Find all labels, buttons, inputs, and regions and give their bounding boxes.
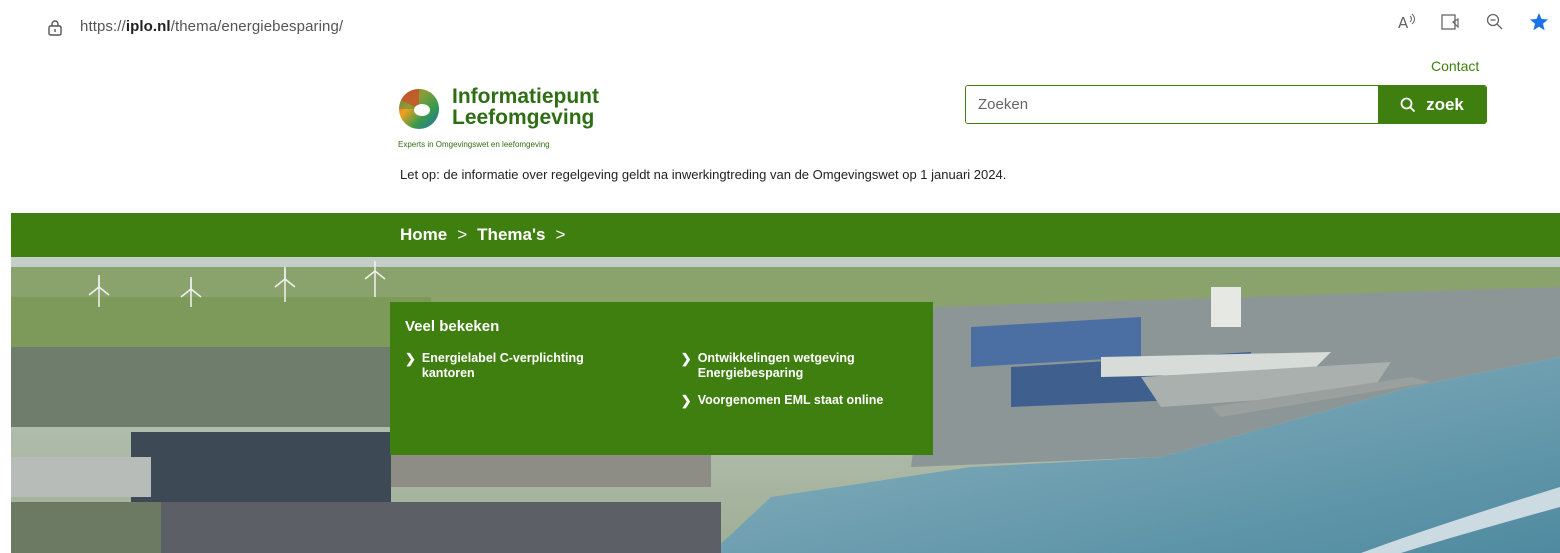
site-logo[interactable]: Informatiepunt Leefomgeving Experts in Om… (398, 86, 638, 156)
breadcrumb-separator: > (457, 225, 468, 244)
search-button-label: zoek (1426, 94, 1464, 114)
search-icon (1400, 97, 1416, 112)
immersive-reader-icon[interactable] (1440, 11, 1462, 33)
svg-text:A: A (1398, 14, 1409, 31)
url-text[interactable]: https://iplo.nl/thema/energiebesparing/ (80, 18, 343, 35)
breadcrumb-themas[interactable]: Thema's (477, 225, 545, 245)
breadcrumb-home[interactable]: Home (400, 225, 447, 245)
breadcrumb: Home > Thema's > (400, 225, 565, 245)
search-input[interactable] (966, 86, 1378, 123)
browser-toolbar: https://iplo.nl/thema/energiebesparing/ … (0, 0, 1560, 44)
chevron-right-icon: ❯ (405, 351, 416, 366)
address-bar[interactable]: https://iplo.nl/thema/energiebesparing/ (14, 6, 1414, 40)
breadcrumb-bar: Home > Thema's > (11, 213, 1560, 257)
popular-link[interactable]: ❯ Voorgenomen EML staat online (681, 393, 918, 408)
logo-mark-icon (399, 88, 439, 129)
popular-link[interactable]: ❯ Energielabel C-verplichting kantoren (405, 351, 681, 381)
chevron-right-icon: ❯ (680, 393, 692, 408)
logo-tagline: Experts in Omgevingswet en leefomgeving (398, 140, 550, 149)
lock-icon (48, 20, 62, 36)
regulation-notice: Let op: de informatie over regelgeving g… (400, 167, 1007, 182)
read-aloud-icon[interactable]: A (1396, 11, 1418, 33)
popular-panel: Veel bekeken ❯ Energielabel C-verplichti… (390, 302, 933, 455)
chevron-right-icon: ❯ (680, 351, 692, 366)
search-form: zoek (965, 85, 1487, 124)
contact-link[interactable]: Contact (1431, 58, 1479, 74)
logo-line2: Leefomgeving (452, 106, 595, 129)
popular-title: Veel bekeken (405, 318, 500, 335)
popular-link[interactable]: ❯ Ontwikkelingen wetgeving Energiebespari… (681, 351, 918, 381)
favorite-star-icon[interactable] (1528, 11, 1550, 33)
search-button[interactable]: zoek (1378, 86, 1486, 123)
logo-line1: Informatiepunt (452, 85, 599, 108)
breadcrumb-separator: > (555, 225, 566, 244)
zoom-out-icon[interactable] (1484, 11, 1506, 33)
